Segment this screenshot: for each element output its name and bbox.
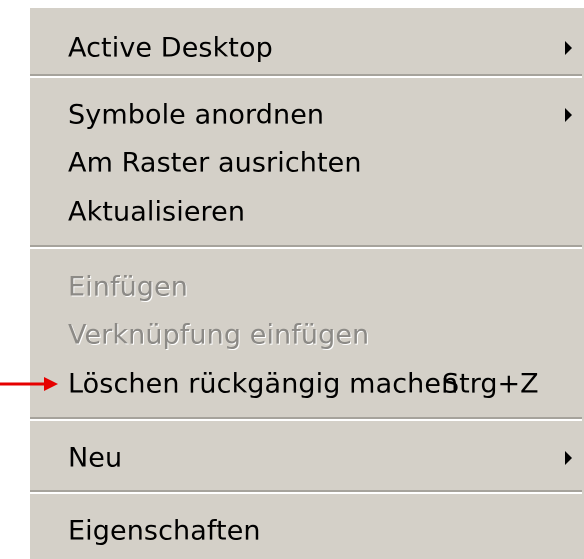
menu-item-label: Neu [68, 442, 123, 474]
desktop-area: Active Desktop Symbole anordnen Am Raste… [0, 0, 584, 559]
menu-item-label: Am Raster ausrichten [68, 147, 362, 179]
menu-item-active-desktop[interactable]: Active Desktop [30, 24, 582, 72]
menu-item-eigenschaften[interactable]: Eigenschaften [30, 507, 582, 555]
menu-item-einfuegen: Einfügen [30, 263, 582, 311]
desktop-context-menu: Active Desktop Symbole anordnen Am Raste… [28, 6, 584, 559]
menu-item-label: Active Desktop [68, 32, 273, 64]
menu-separator [30, 417, 582, 421]
menu-item-label: Einfügen [68, 271, 188, 303]
submenu-arrow-icon [565, 108, 572, 122]
menu-item-aktualisieren[interactable]: Aktualisieren [30, 188, 582, 236]
menu-item-am-raster-ausrichten[interactable]: Am Raster ausrichten [30, 139, 582, 187]
menu-item-label: Löschen rückgängig machen [68, 368, 459, 400]
menu-item-label: Symbole anordnen [68, 99, 325, 131]
submenu-arrow-icon [565, 41, 572, 55]
menu-separator [30, 245, 582, 249]
menu-separator [30, 74, 582, 78]
menu-item-label: Eigenschaften [68, 515, 261, 547]
menu-item-verknuepfung-einfuegen: Verknüpfung einfügen [30, 311, 582, 359]
menu-item-symbole-anordnen[interactable]: Symbole anordnen [30, 91, 582, 139]
submenu-arrow-icon [565, 451, 572, 465]
red-arrow-pointer-icon [0, 377, 58, 391]
menu-separator [30, 490, 582, 494]
menu-item-shortcut: Strg+Z [442, 368, 539, 400]
menu-item-label: Verknüpfung einfügen [68, 319, 370, 351]
menu-item-neu[interactable]: Neu [30, 434, 582, 482]
menu-item-loeschen-rueckgaengig[interactable]: Löschen rückgängig machen Strg+Z [30, 360, 582, 408]
menu-item-label: Aktualisieren [68, 196, 246, 228]
